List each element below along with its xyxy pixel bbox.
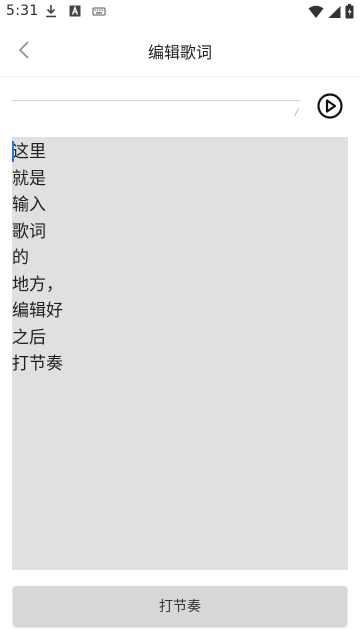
lyrics-text[interactable]: 这里 就是 输入 歌词 的 地方， 编辑好 之后 打节奏	[12, 139, 348, 378]
app-bar: 编辑歌词	[0, 24, 360, 77]
a-icon	[69, 5, 81, 17]
text-cursor	[12, 141, 14, 162]
input-counter: /	[294, 108, 298, 118]
page-title: 编辑歌词	[147, 43, 212, 62]
status-time: 5:31	[6, 3, 39, 19]
tap-rhythm-button[interactable]: 打节奏	[13, 586, 347, 626]
status-notification-icons	[44, 4, 106, 18]
status-bar: 5:31	[0, 0, 360, 24]
play-circle-icon[interactable]	[316, 92, 344, 120]
battery-icon	[345, 4, 354, 19]
signal-icon	[328, 5, 341, 18]
lyrics-editor[interactable]: 这里 就是 输入 歌词 的 地方， 编辑好 之后 打节奏	[12, 137, 348, 570]
keyboard-icon	[92, 7, 106, 16]
song-title-input[interactable]	[12, 86, 300, 101]
wifi-icon	[308, 5, 324, 18]
download-icon	[46, 5, 56, 18]
song-title-field: /	[12, 86, 300, 122]
status-system-icons	[308, 4, 354, 19]
